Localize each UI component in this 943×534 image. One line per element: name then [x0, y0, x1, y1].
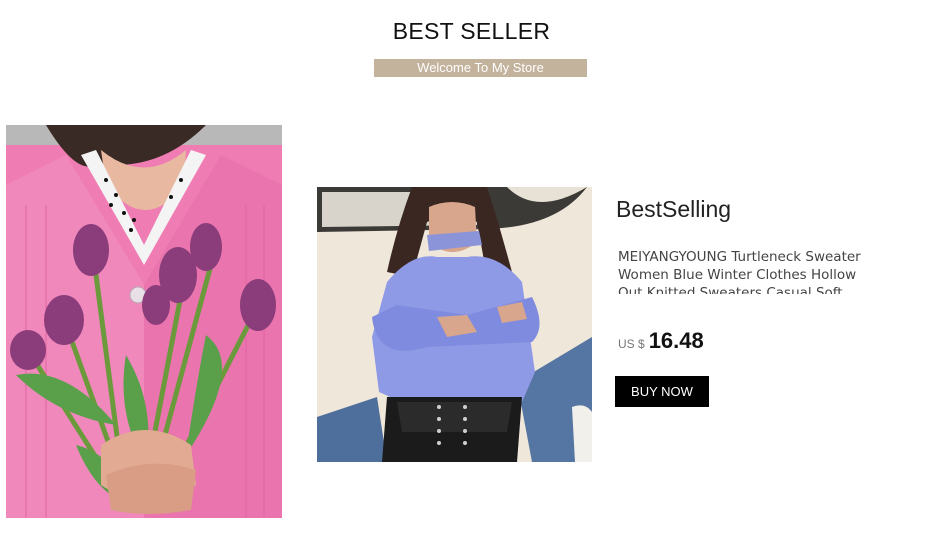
promo-image-pink-cardigan[interactable]: [6, 125, 282, 518]
price-value: 16.48: [648, 328, 704, 353]
product-title[interactable]: BestSelling: [616, 196, 731, 223]
price-row: US $16.48: [618, 328, 704, 354]
page-title: BEST SELLER: [392, 18, 551, 44]
product-description[interactable]: MEIYANGYOUNG Turtleneck Sweater Women Bl…: [618, 248, 878, 294]
buy-now-button[interactable]: BUY NOW: [615, 376, 709, 407]
price-currency: US $: [618, 337, 645, 351]
welcome-banner: Welcome To My Store: [374, 59, 587, 77]
product-image-blue-sweater[interactable]: [317, 187, 592, 462]
